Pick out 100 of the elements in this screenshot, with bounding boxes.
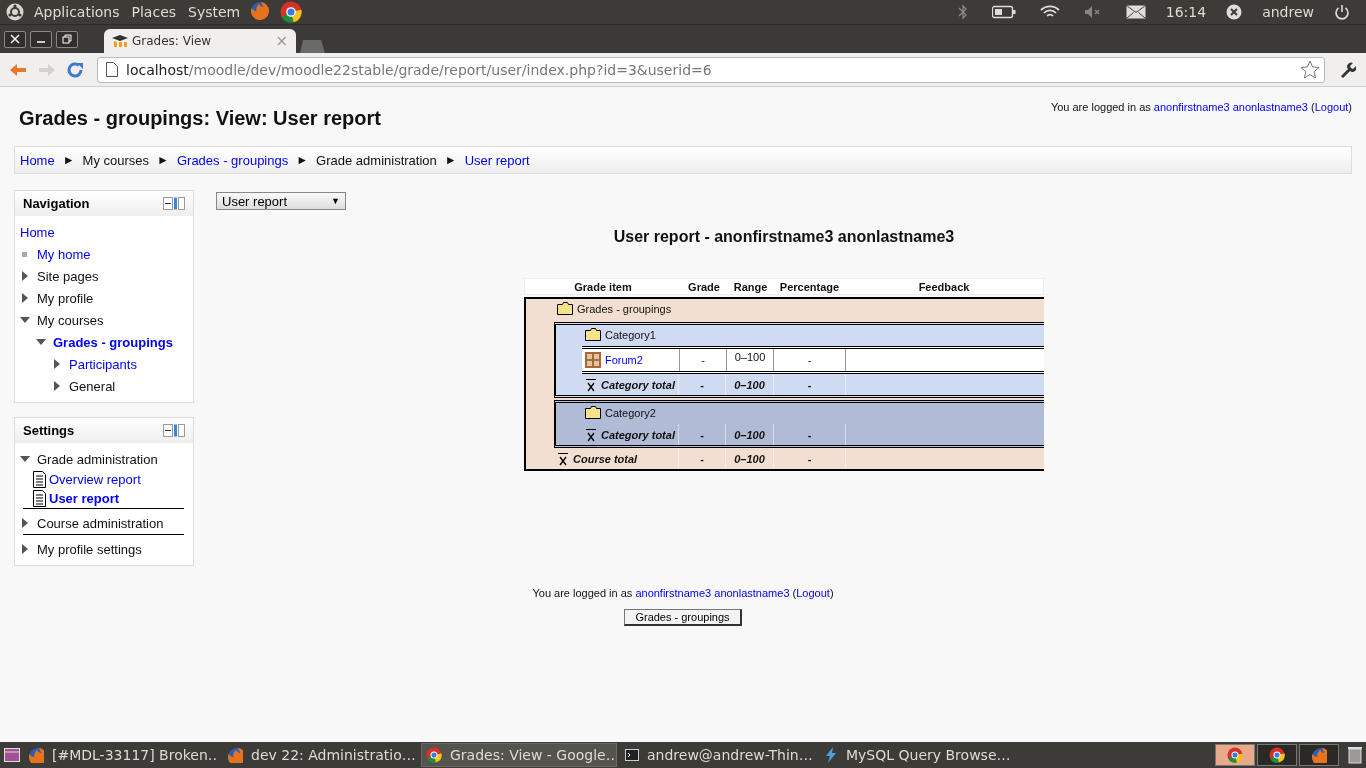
user-status-icon[interactable] bbox=[1226, 4, 1243, 20]
course-button[interactable]: Grades - groupings bbox=[624, 609, 742, 626]
nav-item[interactable]: User report bbox=[49, 491, 120, 506]
breadcrumb-link[interactable]: Grades - groupings bbox=[176, 152, 289, 168]
nav-item[interactable]: Participants bbox=[69, 356, 137, 372]
nav-item[interactable]: Course administration bbox=[37, 515, 164, 531]
taskbar-button[interactable]: MySQL Query Browse… bbox=[819, 743, 1015, 767]
show-desktop-icon[interactable] bbox=[4, 748, 20, 762]
taskbar-button[interactable]: [#MDL-33117] Broken… bbox=[23, 743, 219, 767]
dock-icon[interactable] bbox=[163, 424, 185, 437]
percentage-cell: - bbox=[773, 374, 845, 395]
logout-link[interactable]: Logout bbox=[1314, 101, 1349, 113]
bluetooth-icon[interactable] bbox=[957, 4, 968, 20]
range-cell: 0–100 bbox=[726, 349, 773, 371]
forum-icon bbox=[585, 352, 601, 368]
menu-item[interactable]: System bbox=[186, 4, 243, 20]
mortarboard-icon bbox=[112, 34, 128, 48]
clock[interactable]: 16:14 bbox=[1165, 4, 1207, 20]
nav-item[interactable]: My profile settings bbox=[37, 541, 142, 557]
grade-cell: - bbox=[678, 448, 725, 469]
wifi-icon[interactable] bbox=[1039, 5, 1060, 19]
nav-item[interactable]: Home bbox=[20, 224, 55, 240]
column-header: Grade item bbox=[573, 280, 633, 293]
workspace-button[interactable] bbox=[1299, 744, 1339, 766]
close-icon[interactable] bbox=[10, 34, 20, 44]
mean-icon bbox=[585, 427, 597, 442]
menu-item[interactable]: Applications bbox=[32, 4, 122, 20]
address-field[interactable]: localhost/moodle/dev/moodle22stable/grade/report/user/index.php?id=3&userid=6 bbox=[97, 56, 1325, 83]
back-icon[interactable] bbox=[8, 61, 28, 78]
nav-item[interactable]: Grades - groupings bbox=[53, 334, 173, 350]
range-cell: 0–100 bbox=[725, 374, 773, 395]
menu-item[interactable]: Places bbox=[129, 4, 179, 20]
report-select[interactable]: User report ▼ bbox=[216, 192, 346, 210]
user-link[interactable]: anonfirstname3 anonlastname3 bbox=[1153, 101, 1308, 113]
firefox-icon[interactable] bbox=[1311, 747, 1327, 763]
column-header: Grade bbox=[687, 280, 721, 293]
grade-cell: - bbox=[678, 424, 725, 445]
chrome-icon[interactable] bbox=[280, 1, 303, 23]
nav-item[interactable]: My courses bbox=[37, 312, 104, 328]
lightning-icon[interactable] bbox=[824, 747, 838, 763]
url-text: localhost/moodle/dev/moodle22stable/grade/report/user/index.php?id=3&userid=6 bbox=[126, 61, 712, 78]
restore-icon[interactable] bbox=[62, 34, 72, 44]
report-heading: User report - anonfirstname3 anonlastname3 bbox=[613, 228, 955, 246]
browser-tab[interactable]: Grades: View × bbox=[104, 29, 296, 53]
firefox-icon[interactable] bbox=[28, 747, 44, 763]
nav-item[interactable]: My home bbox=[37, 246, 91, 262]
taskbar-button[interactable]: dev 22: Administratio… bbox=[222, 743, 418, 767]
breadcrumb-separator: ► bbox=[296, 153, 309, 167]
dock-icon[interactable] bbox=[163, 197, 185, 210]
page-title: Grades - groupings: View: User report bbox=[19, 107, 381, 130]
range-cell: 0–100 bbox=[725, 424, 773, 445]
logo-icon[interactable] bbox=[6, 3, 24, 21]
login-info: You are logged in as anonfirstname3 anonlastname3 (Logout) bbox=[1050, 101, 1352, 113]
column-header: Feedback bbox=[917, 280, 971, 293]
folder-icon bbox=[557, 301, 573, 315]
user-name[interactable]: andrew bbox=[1262, 4, 1314, 20]
workspace-button[interactable] bbox=[1257, 744, 1297, 766]
category-name: Category2 bbox=[605, 407, 656, 419]
taskbar-button[interactable]: andrew@andrew-Thin… bbox=[620, 743, 816, 767]
logout-link[interactable]: Logout bbox=[796, 587, 830, 599]
column-header: Percentage bbox=[778, 280, 841, 293]
percentage-cell: - bbox=[773, 349, 845, 371]
folder-icon bbox=[585, 405, 601, 419]
document-icon bbox=[33, 471, 47, 488]
total-label: Category total bbox=[601, 378, 675, 391]
chrome-icon[interactable] bbox=[426, 747, 442, 763]
star-icon[interactable] bbox=[1300, 60, 1320, 79]
breadcrumb-link[interactable]: User report bbox=[464, 152, 530, 168]
breadcrumb-text: My courses bbox=[82, 152, 150, 168]
percentage-cell: - bbox=[773, 424, 845, 445]
chrome-icon[interactable] bbox=[1269, 747, 1285, 763]
reload-icon[interactable] bbox=[66, 60, 84, 79]
total-label: Category total bbox=[601, 428, 675, 441]
nav-item[interactable]: Grade administration bbox=[37, 451, 158, 467]
battery-icon[interactable] bbox=[991, 5, 1016, 19]
block-title: Navigation bbox=[23, 196, 90, 211]
user-link[interactable]: anonfirstname3 anonlastname3 bbox=[635, 587, 790, 599]
nav-item[interactable]: General bbox=[69, 378, 116, 394]
grade-cell: - bbox=[678, 374, 725, 395]
nav-item[interactable]: My profile bbox=[37, 290, 94, 306]
breadcrumb-text: Grade administration bbox=[316, 152, 437, 168]
firefox-icon[interactable] bbox=[227, 747, 243, 763]
envelope-icon[interactable] bbox=[1125, 5, 1146, 19]
category-name: Category1 bbox=[605, 329, 656, 341]
trash-icon[interactable] bbox=[1348, 746, 1362, 764]
login-info: You are logged in as anonfirstname3 anonlastname3 (Logout) bbox=[532, 587, 834, 599]
page-icon bbox=[106, 62, 118, 77]
mean-icon bbox=[557, 451, 569, 466]
mean-icon bbox=[585, 377, 597, 392]
muted-speaker-icon[interactable] bbox=[1083, 5, 1102, 19]
grade-item-link[interactable]: Forum2 bbox=[605, 354, 643, 366]
breadcrumb-link[interactable]: Home bbox=[20, 152, 55, 168]
grade-cell: - bbox=[679, 349, 726, 371]
nav-item[interactable]: Site pages bbox=[37, 268, 99, 284]
range-cell: 0–100 bbox=[725, 448, 773, 469]
power-icon[interactable] bbox=[1334, 4, 1350, 20]
taskbar-button[interactable]: Grades: View - Google… bbox=[421, 743, 617, 767]
terminal-icon[interactable] bbox=[625, 749, 639, 761]
nav-item[interactable]: Overview report bbox=[49, 472, 141, 487]
category-name: Grades - groupings bbox=[577, 303, 672, 315]
